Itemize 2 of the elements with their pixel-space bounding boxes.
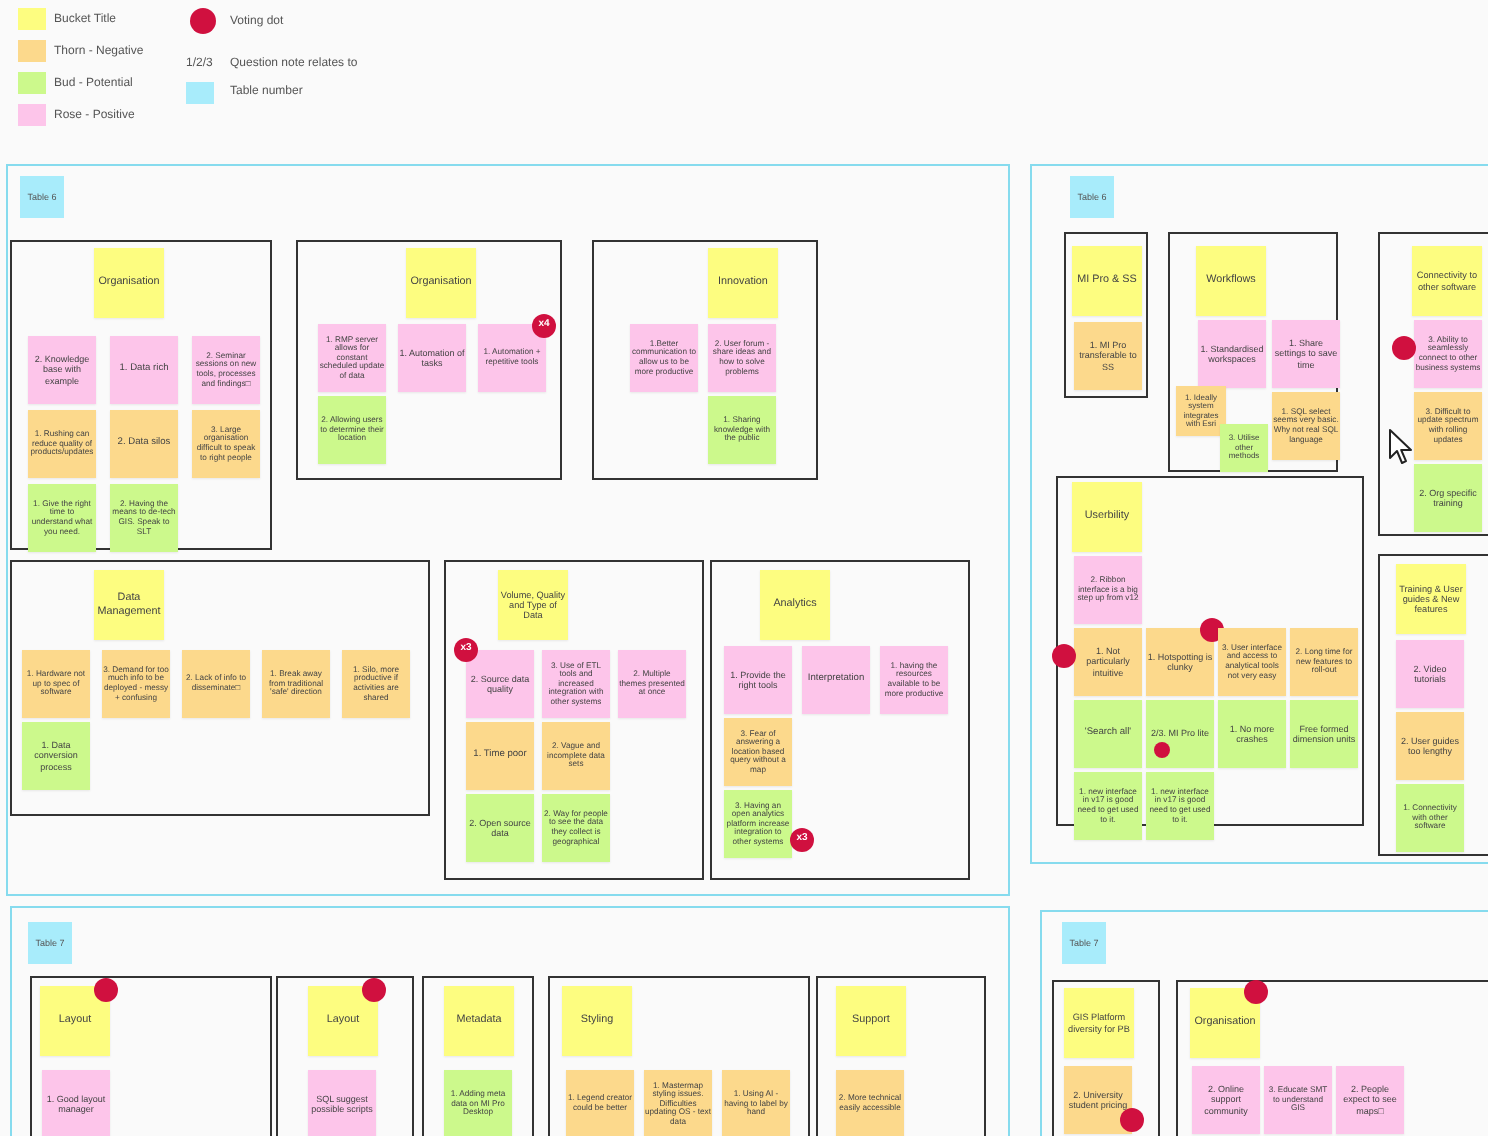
mouse-pointer-icon xyxy=(1388,428,1414,466)
vote-dot xyxy=(190,8,216,34)
